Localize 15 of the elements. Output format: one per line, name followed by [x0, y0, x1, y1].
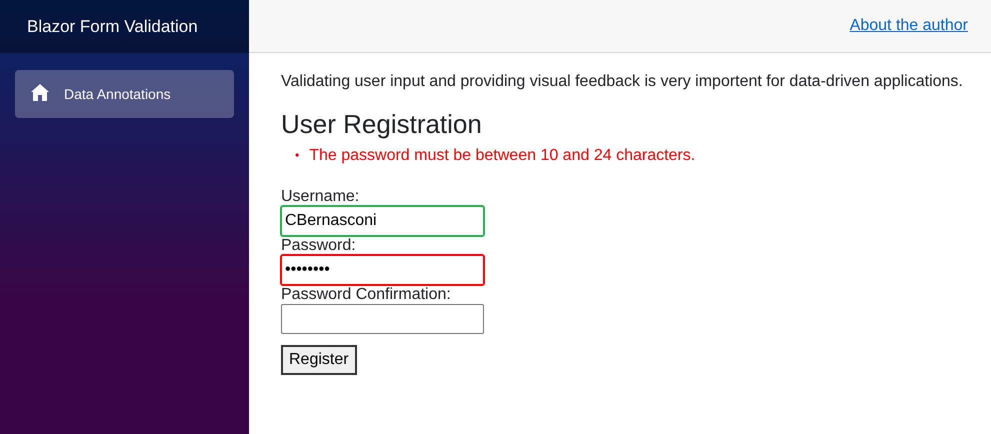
input-field[interactable]: CBernasconi [281, 206, 484, 236]
about-link[interactable]: About the author [850, 17, 968, 35]
field-label: Password Confirmation: [281, 285, 452, 304]
field-label: Password: [281, 236, 357, 255]
app-title: Blazor Form Validation [27, 16, 198, 36]
input-field[interactable]: •••••••• [281, 255, 484, 285]
nav-item[interactable]: Data Annotations [15, 70, 234, 118]
register-button[interactable]: Register [281, 345, 357, 375]
intro-text: Validating user input and providing visual feedback is very importent for data-driven applications. [281, 73, 964, 91]
field-label: Username: [281, 187, 360, 206]
page-heading: User Registration [281, 109, 483, 140]
input-field[interactable] [281, 304, 484, 334]
bullet: • [295, 147, 300, 164]
home-icon [31, 84, 49, 100]
validation-message: The password must be between 10 and 24 characters. [309, 146, 696, 165]
